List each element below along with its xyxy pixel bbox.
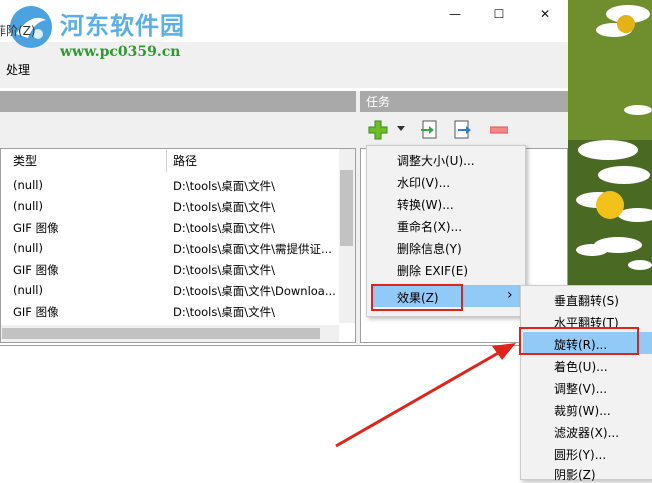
- annotation-arrow: [335, 343, 516, 448]
